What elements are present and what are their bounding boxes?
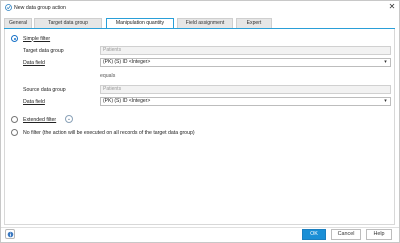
- simple-filter-label[interactable]: Simple filter: [23, 36, 50, 42]
- window-title: New data group action: [14, 4, 66, 11]
- manipulation-quantity-panel: Simple filter Target data group Patients…: [4, 29, 395, 225]
- tab-target-data-group[interactable]: Target data group: [34, 18, 102, 28]
- source-data-field-select[interactable]: (PK) (S) ID <Integer> ▾: [100, 97, 391, 106]
- source-data-field-label: Data field: [23, 99, 45, 105]
- tab-field-assignment[interactable]: Field assignment: [177, 18, 233, 28]
- tab-general[interactable]: General: [4, 18, 32, 28]
- source-data-field-value: (PK) (S) ID <Integer>: [103, 98, 151, 104]
- chevron-down-circle-icon[interactable]: ⌄: [65, 115, 73, 123]
- source-data-group-field: Patients: [100, 85, 391, 94]
- dialog-window: New data group action ✕ General Target d…: [0, 0, 400, 243]
- chevron-down-icon[interactable]: ▾: [381, 59, 390, 66]
- source-data-group-label: Source data group: [23, 87, 66, 93]
- cancel-button[interactable]: Cancel: [331, 229, 361, 240]
- target-data-field-value: (PK) (S) ID <Integer>: [103, 59, 151, 65]
- extended-filter-radio[interactable]: [11, 116, 18, 123]
- chevron-down-icon[interactable]: ▾: [381, 98, 390, 105]
- footer-divider: [1, 227, 399, 228]
- data-group-action-icon: [5, 4, 12, 11]
- no-filter-label[interactable]: No filter (the action will be executed o…: [23, 130, 195, 136]
- no-filter-radio[interactable]: [11, 129, 18, 136]
- extended-filter-label[interactable]: Extended filter: [23, 117, 56, 123]
- target-data-group-field: Patients: [100, 46, 391, 55]
- target-data-field-select[interactable]: (PK) (S) ID <Integer> ▾: [100, 58, 391, 67]
- simple-filter-radio[interactable]: [11, 35, 18, 42]
- close-icon[interactable]: ✕: [387, 2, 397, 12]
- help-info-icon[interactable]: [5, 229, 15, 239]
- target-data-field-label: Data field: [23, 60, 45, 66]
- tab-bar: General Target data group Manipulation q…: [1, 18, 399, 29]
- help-button[interactable]: Help: [366, 229, 392, 240]
- tab-expert[interactable]: Expert: [236, 18, 272, 28]
- target-data-group-label: Target data group: [23, 48, 64, 54]
- title-bar: New data group action ✕: [1, 1, 399, 14]
- ok-button[interactable]: OK: [302, 229, 326, 240]
- equals-label: equals: [100, 73, 116, 79]
